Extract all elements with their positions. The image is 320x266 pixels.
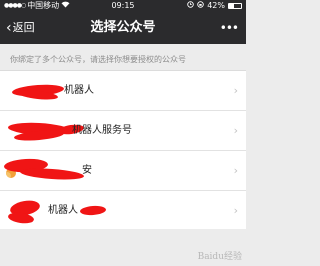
account-name: 机器人服务号 [72,125,132,136]
more-dots-icon[interactable]: ••• [220,12,239,44]
chevron-right-icon: › [233,124,238,137]
empty-area: Baidu经验 [0,229,246,266]
status-right: 42% [187,0,242,12]
redaction-mark [79,205,107,216]
account-row-4[interactable]: 机器人 › [0,191,246,233]
chevron-right-icon: › [233,164,238,177]
account-row-1[interactable]: 机器人 › [0,71,246,111]
battery-icon [228,3,242,9]
battery-percent: 42% [207,1,225,10]
account-list: 机器人 › 机器人服务号 › 安 › 机器人 › [0,70,246,234]
nav-bar: ‹ 返回 选择公众号 ••• [0,12,246,44]
account-name: 机器人 [48,205,78,216]
alarm-icon [187,0,194,12]
lock-rotation-icon [197,0,204,12]
chevron-right-icon: › [233,204,238,217]
chevron-right-icon: › [233,84,238,97]
account-row-3[interactable]: 安 › [0,151,246,191]
account-name: 安 [82,165,92,176]
battery-fill [229,4,235,8]
account-row-2[interactable]: 机器人服务号 › [0,111,246,151]
redaction-mark [19,166,85,182]
account-name: 机器人 [64,85,94,96]
top-bar: ●●●●○ 中国移动 09:15 42% ‹ 返回 选择公众号 ••• [0,0,246,44]
page-title: 选择公众号 [90,20,156,35]
hint-text: 你绑定了多个公众号，请选择你想要授权的公众号 [10,55,186,64]
status-bar: ●●●●○ 中国移动 09:15 42% [0,0,246,12]
watermark: Baidu经验 [197,252,242,262]
